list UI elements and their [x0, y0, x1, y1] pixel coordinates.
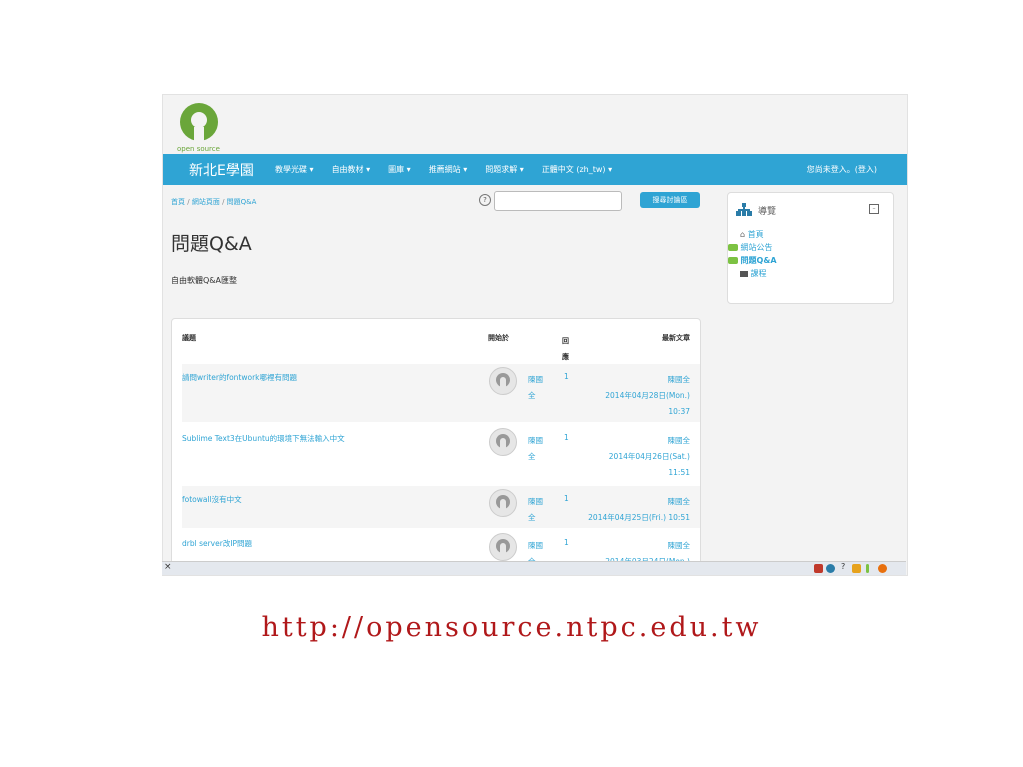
table-row: fotowall沒有中文 陳國全 1 陳國全 2014年04月25日(Fri.)… [182, 486, 700, 528]
bookmark-icon[interactable] [852, 564, 861, 573]
breadcrumb-site-pages[interactable]: 網站頁面 [192, 198, 220, 206]
menu-teaching-discs[interactable]: 教學光碟 ▾ [275, 164, 314, 175]
menu-gallery[interactable]: 圖庫 ▾ [388, 164, 411, 175]
last-post-date[interactable]: 2014年04月25日(Fri.) 10:51 [588, 510, 690, 526]
navigation-block-title: 導覽 [758, 207, 777, 217]
user-avatar-icon[interactable] [489, 428, 517, 456]
author-link[interactable]: 陳國全 [528, 372, 550, 404]
user-avatar-icon[interactable] [489, 533, 517, 561]
forum-icon [728, 257, 738, 264]
nav-item-site-news[interactable]: 網站公告 [728, 242, 777, 255]
reply-count[interactable]: 1 [564, 433, 569, 442]
table-header: 議題 開始於 回應 最新文章 [172, 319, 700, 361]
reply-count[interactable]: 1 [564, 538, 569, 547]
discussion-link[interactable]: 請問writer的fontwork哪裡有問題 [182, 372, 297, 383]
last-post-author[interactable]: 陳國全 [588, 494, 691, 510]
user-avatar-icon[interactable] [489, 489, 517, 517]
page-description: 自由軟體Q&A匯整 [171, 276, 238, 285]
last-post: 陳國全 2014年04月25日(Fri.) 10:51 [588, 494, 690, 526]
menu-recommended-sites[interactable]: 推薦網站 ▾ [429, 164, 468, 175]
reply-count[interactable]: 1 [564, 372, 569, 381]
forum-icon [728, 244, 738, 251]
author-link[interactable]: 陳國全 [528, 494, 550, 526]
breadcrumb: 首頁 / 網站頁面 / 問題Q&A [171, 198, 257, 206]
browser-screenshot: open source 新北E學園 教學光碟 ▾ 自由教材 ▾ 圖庫 ▾ 推薦網… [162, 94, 908, 576]
firefox-icon[interactable] [878, 564, 887, 573]
collapse-block-icon[interactable]: – [869, 204, 879, 214]
breadcrumb-current[interactable]: 問題Q&A [227, 198, 257, 206]
close-icon[interactable]: × [164, 562, 172, 572]
nav-item-qa[interactable]: 問題Q&A [728, 255, 777, 268]
header-replies[interactable]: 回應 [562, 333, 570, 365]
last-post-author[interactable]: 陳國全 [605, 538, 691, 554]
help-icon[interactable]: ? [841, 562, 845, 571]
browser-status-bar: × ? [162, 561, 906, 575]
discussion-link[interactable]: Sublime Text3在Ubuntu的環境下無法輸入中文 [182, 433, 345, 444]
top-navbar: 新北E學園 教學光碟 ▾ 自由教材 ▾ 圖庫 ▾ 推薦網站 ▾ 問題求解 ▾ 正… [163, 154, 907, 185]
last-post-date[interactable]: 2014年04月26日(Sat.) [609, 449, 690, 465]
user-avatar-icon[interactable] [489, 367, 517, 395]
login-link[interactable]: 您尚未登入。(登入) [807, 164, 877, 175]
navigation-block: 導覽 – ⌂ 首頁 網站公告 問題Q&A 課程 [727, 192, 894, 304]
last-post: 陳國全 2014年04月28日(Mon.) 10:37 [605, 372, 690, 420]
sitemap-icon [736, 203, 752, 217]
folder-icon [740, 270, 748, 277]
last-post-time[interactable]: 11:51 [609, 465, 690, 481]
forum-discussion-table: 議題 開始於 回應 最新文章 請問writer的fontwork哪裡有問題 陳國… [171, 318, 701, 575]
last-post: 陳國全 2014年04月26日(Sat.) 11:51 [609, 433, 690, 481]
nav-item-courses[interactable]: 課程 [740, 268, 789, 281]
logo-text: open source [177, 145, 220, 153]
main-menu: 教學光碟 ▾ 自由教材 ▾ 圖庫 ▾ 推薦網站 ▾ 問題求解 ▾ 正體中文 (z… [275, 164, 612, 175]
header-topic[interactable]: 議題 [182, 333, 196, 343]
menu-language[interactable]: 正體中文 (zh_tw) ▾ [542, 164, 612, 175]
table-row: 請問writer的fontwork哪裡有問題 陳國全 1 陳國全 2014年04… [182, 364, 700, 422]
discussion-link[interactable]: fotowall沒有中文 [182, 494, 242, 505]
last-post-author[interactable]: 陳國全 [609, 433, 691, 449]
header-last-post[interactable]: 最新文章 [662, 333, 690, 343]
home-icon: ⌂ [740, 230, 746, 239]
header-started-by[interactable]: 開始於 [488, 333, 509, 343]
navigation-tree: ⌂ 首頁 網站公告 問題Q&A 課程 [728, 229, 777, 281]
breadcrumb-home[interactable]: 首頁 [171, 198, 185, 206]
menu-problem-solving[interactable]: 問題求解 ▾ [485, 164, 524, 175]
last-post-author[interactable]: 陳國全 [605, 372, 691, 388]
site-brand[interactable]: 新北E學園 [189, 160, 254, 180]
site-url-caption: http://opensource.ntpc.edu.tw [261, 612, 762, 643]
forum-search-input[interactable] [494, 191, 622, 211]
reply-count[interactable]: 1 [564, 494, 569, 503]
author-link[interactable]: 陳國全 [528, 433, 550, 465]
discussion-link[interactable]: drbl server改IP問題 [182, 538, 252, 549]
pen-icon[interactable] [866, 564, 869, 573]
last-post-time[interactable]: 10:37 [605, 404, 690, 420]
addon-icon[interactable] [814, 564, 823, 573]
nav-item-home[interactable]: ⌂ 首頁 [740, 229, 789, 242]
help-icon[interactable]: ? [479, 194, 491, 206]
table-row: Sublime Text3在Ubuntu的環境下無法輸入中文 陳國全 1 陳國全… [182, 425, 700, 483]
menu-free-materials[interactable]: 自由教材 ▾ [332, 164, 371, 175]
open-source-logo[interactable]: open source [175, 103, 225, 153]
sync-icon[interactable] [826, 564, 835, 573]
page-title: 問題Q&A [171, 233, 252, 255]
last-post-date[interactable]: 2014年04月28日(Mon.) [605, 388, 690, 404]
search-forum-button[interactable]: 搜尋討論區 [640, 192, 700, 208]
